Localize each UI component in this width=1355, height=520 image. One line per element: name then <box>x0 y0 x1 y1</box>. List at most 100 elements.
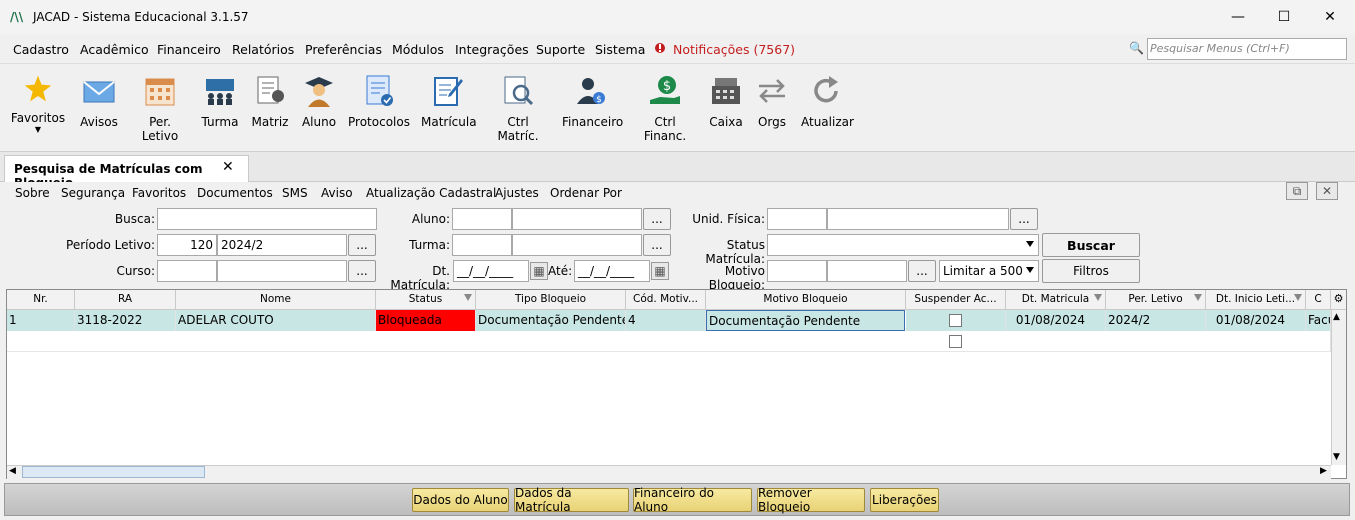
vertical-scrollbar[interactable] <box>1331 310 1346 465</box>
buscar-button[interactable]: Buscar <box>1042 233 1140 257</box>
toolbar-atualizar[interactable]: Atualizar <box>801 74 854 129</box>
submenu-sobre[interactable]: Sobre <box>15 186 50 200</box>
toolbar-ctrl-financ[interactable]: $ Ctrl Financ. <box>634 74 696 143</box>
column-header-nome[interactable]: Nome <box>176 290 376 310</box>
popout-icon[interactable]: ⧉ <box>1286 182 1308 200</box>
column-header-tipo-bloqueio[interactable]: Tipo Bloqueio <box>476 290 626 310</box>
submenu-documentos[interactable]: Documentos <box>197 186 273 200</box>
toolbar-per-letivo[interactable]: Per. Letivo <box>130 74 190 143</box>
dados-da-matricula-button[interactable]: Dados da Matrícula <box>514 486 629 514</box>
toolbar-turma[interactable]: Turma <box>201 74 239 129</box>
column-header-nr[interactable]: Nr. <box>7 290 75 310</box>
column-header-per-letivo[interactable]: Per. Letivo <box>1106 290 1206 310</box>
limit-select[interactable]: Limitar a 500 <box>939 260 1039 282</box>
unid-fisica-name-input[interactable] <box>827 208 1009 230</box>
motivo-bloqueio-code-input[interactable] <box>767 260 827 282</box>
submenu-aviso[interactable]: Aviso <box>321 186 353 200</box>
curso-code-input[interactable] <box>157 260 217 282</box>
unid-fisica-code-input[interactable] <box>767 208 827 230</box>
toolbar-favoritos[interactable]: Favoritos ▼ <box>10 74 66 134</box>
cell-motivo-bloqueio[interactable]: Documentação Pendente <box>706 310 905 331</box>
submenu-atualizacao-cadastral[interactable]: Atualização Cadastral <box>366 186 496 200</box>
unid-fisica-lookup-button[interactable]: ... <box>1010 208 1038 230</box>
turma-name-input[interactable] <box>512 234 642 256</box>
submenu-favoritos[interactable]: Favoritos <box>132 186 186 200</box>
menu-suporte[interactable]: Suporte <box>536 42 585 57</box>
dt-matricula-from-input[interactable]: __/__/____ <box>453 260 529 282</box>
column-header-ra[interactable]: RA <box>75 290 176 310</box>
submenu-ordenar-por[interactable]: Ordenar Por <box>550 186 622 200</box>
dt-matricula-to-input[interactable]: __/__/____ <box>574 260 650 282</box>
toolbar-ctrl-matric[interactable]: Ctrl Matríc. <box>487 74 549 143</box>
scroll-right-icon[interactable]: ▶ <box>1320 466 1327 476</box>
column-header-motivo-bloqueio[interactable]: Motivo Bloqueio <box>706 290 906 310</box>
cell-status[interactable]: Bloqueada <box>376 310 476 331</box>
column-header-status[interactable]: Status <box>376 290 476 310</box>
column-settings-icon[interactable]: ⚙ <box>1331 290 1346 310</box>
column-header-cod-motivo[interactable]: Cód. Motiv... <box>626 290 706 310</box>
busca-input[interactable] <box>157 208 377 230</box>
toolbar-matricula[interactable]: Matrícula <box>421 74 477 129</box>
close-window-button[interactable]: ✕ <box>1307 0 1353 34</box>
table-row-empty[interactable] <box>7 331 1331 352</box>
cell-per-letivo[interactable]: 2024/2 <box>1106 310 1206 331</box>
horizontal-scrollbar[interactable] <box>7 465 1331 479</box>
turma-lookup-button[interactable]: ... <box>643 234 671 256</box>
tab-close-icon[interactable]: ✕ <box>222 159 234 175</box>
cell-nr[interactable]: 1 <box>7 310 75 331</box>
menu-preferencias[interactable]: Preferências <box>305 42 382 57</box>
periodo-letivo-name-input[interactable]: 2024/2 <box>217 234 347 256</box>
toolbar-aluno[interactable]: Aluno <box>300 74 338 129</box>
column-header-dt-inicio-letivo[interactable]: Dt. Inicio Leti... <box>1206 290 1306 310</box>
scroll-left-icon[interactable]: ◀ <box>9 466 16 476</box>
menu-financeiro[interactable]: Financeiro <box>157 42 221 57</box>
motivo-bloqueio-lookup-button[interactable]: ... <box>908 260 936 282</box>
toolbar-protocolos[interactable]: Protocolos <box>348 74 410 129</box>
horizontal-scroll-thumb[interactable] <box>22 466 205 478</box>
maximize-button[interactable]: ☐ <box>1261 0 1307 34</box>
minimize-button[interactable]: — <box>1215 0 1261 34</box>
cell-cod-motivo[interactable]: 4 <box>626 310 706 331</box>
toolbar-avisos[interactable]: Avisos <box>80 74 118 129</box>
suspender-acesso-checkbox[interactable] <box>949 314 962 327</box>
periodo-letivo-code-input[interactable]: 120 <box>157 234 217 256</box>
submenu-sms[interactable]: SMS <box>282 186 308 200</box>
toolbar-financeiro[interactable]: $ Financeiro <box>562 74 623 129</box>
turma-code-input[interactable] <box>452 234 512 256</box>
filter-icon[interactable] <box>1194 294 1202 301</box>
menu-integracoes[interactable]: Integrações <box>455 42 529 57</box>
close-screen-icon[interactable]: ✕ <box>1316 182 1338 200</box>
toolbar-orgs[interactable]: Orgs <box>755 74 789 129</box>
column-header-suspender-acesso[interactable]: Suspender Ac... <box>906 290 1006 310</box>
periodo-letivo-lookup-button[interactable]: ... <box>348 234 376 256</box>
cell-tipo-bloqueio[interactable]: Documentação Pendente <box>476 310 626 331</box>
status-matricula-select[interactable] <box>767 234 1039 256</box>
toolbar-caixa[interactable]: Caixa <box>708 74 744 129</box>
curso-lookup-button[interactable]: ... <box>348 260 376 282</box>
submenu-seguranca[interactable]: Segurança <box>61 186 125 200</box>
filter-icon[interactable] <box>1294 294 1302 301</box>
motivo-bloqueio-name-input[interactable] <box>827 260 907 282</box>
remover-bloqueio-button[interactable]: Remover Bloqueio <box>757 486 865 514</box>
aluno-code-input[interactable] <box>452 208 512 230</box>
scroll-down-icon[interactable]: ▼ <box>1333 452 1340 462</box>
calendar-picker-icon[interactable]: ▦ <box>530 262 548 280</box>
cell-ra[interactable]: 3118-2022 <box>75 310 176 331</box>
dados-do-aluno-button[interactable]: Dados do Aluno <box>412 488 509 512</box>
cell-dt-inicio-letivo[interactable]: 01/08/2024 <box>1206 310 1306 331</box>
financeiro-do-aluno-button[interactable]: Financeiro do Aluno <box>633 486 752 514</box>
liberacoes-button[interactable]: Liberações <box>870 488 939 512</box>
filtros-button[interactable]: Filtros <box>1042 259 1140 283</box>
tab-pesquisa-matriculas-bloqueio[interactable]: Pesquisa de Matrículas com Bloqueio <box>4 155 249 190</box>
cell-extra[interactable]: Facu <box>1306 310 1331 331</box>
notifications-link[interactable]: Notificações (7567) <box>673 42 795 57</box>
menu-sistema[interactable]: Sistema <box>595 42 645 57</box>
filter-icon[interactable] <box>464 294 472 301</box>
menu-academico[interactable]: Acadêmico <box>80 42 149 57</box>
calendar-picker-icon[interactable]: ▦ <box>651 262 669 280</box>
menu-modulos[interactable]: Módulos <box>392 42 444 57</box>
cell-nome[interactable]: ADELAR COUTO <box>176 310 376 331</box>
menu-relatorios[interactable]: Relatórios <box>232 42 294 57</box>
filter-icon[interactable] <box>1094 294 1102 301</box>
search-menu-input[interactable]: Pesquisar Menus (Ctrl+F) <box>1147 38 1347 60</box>
